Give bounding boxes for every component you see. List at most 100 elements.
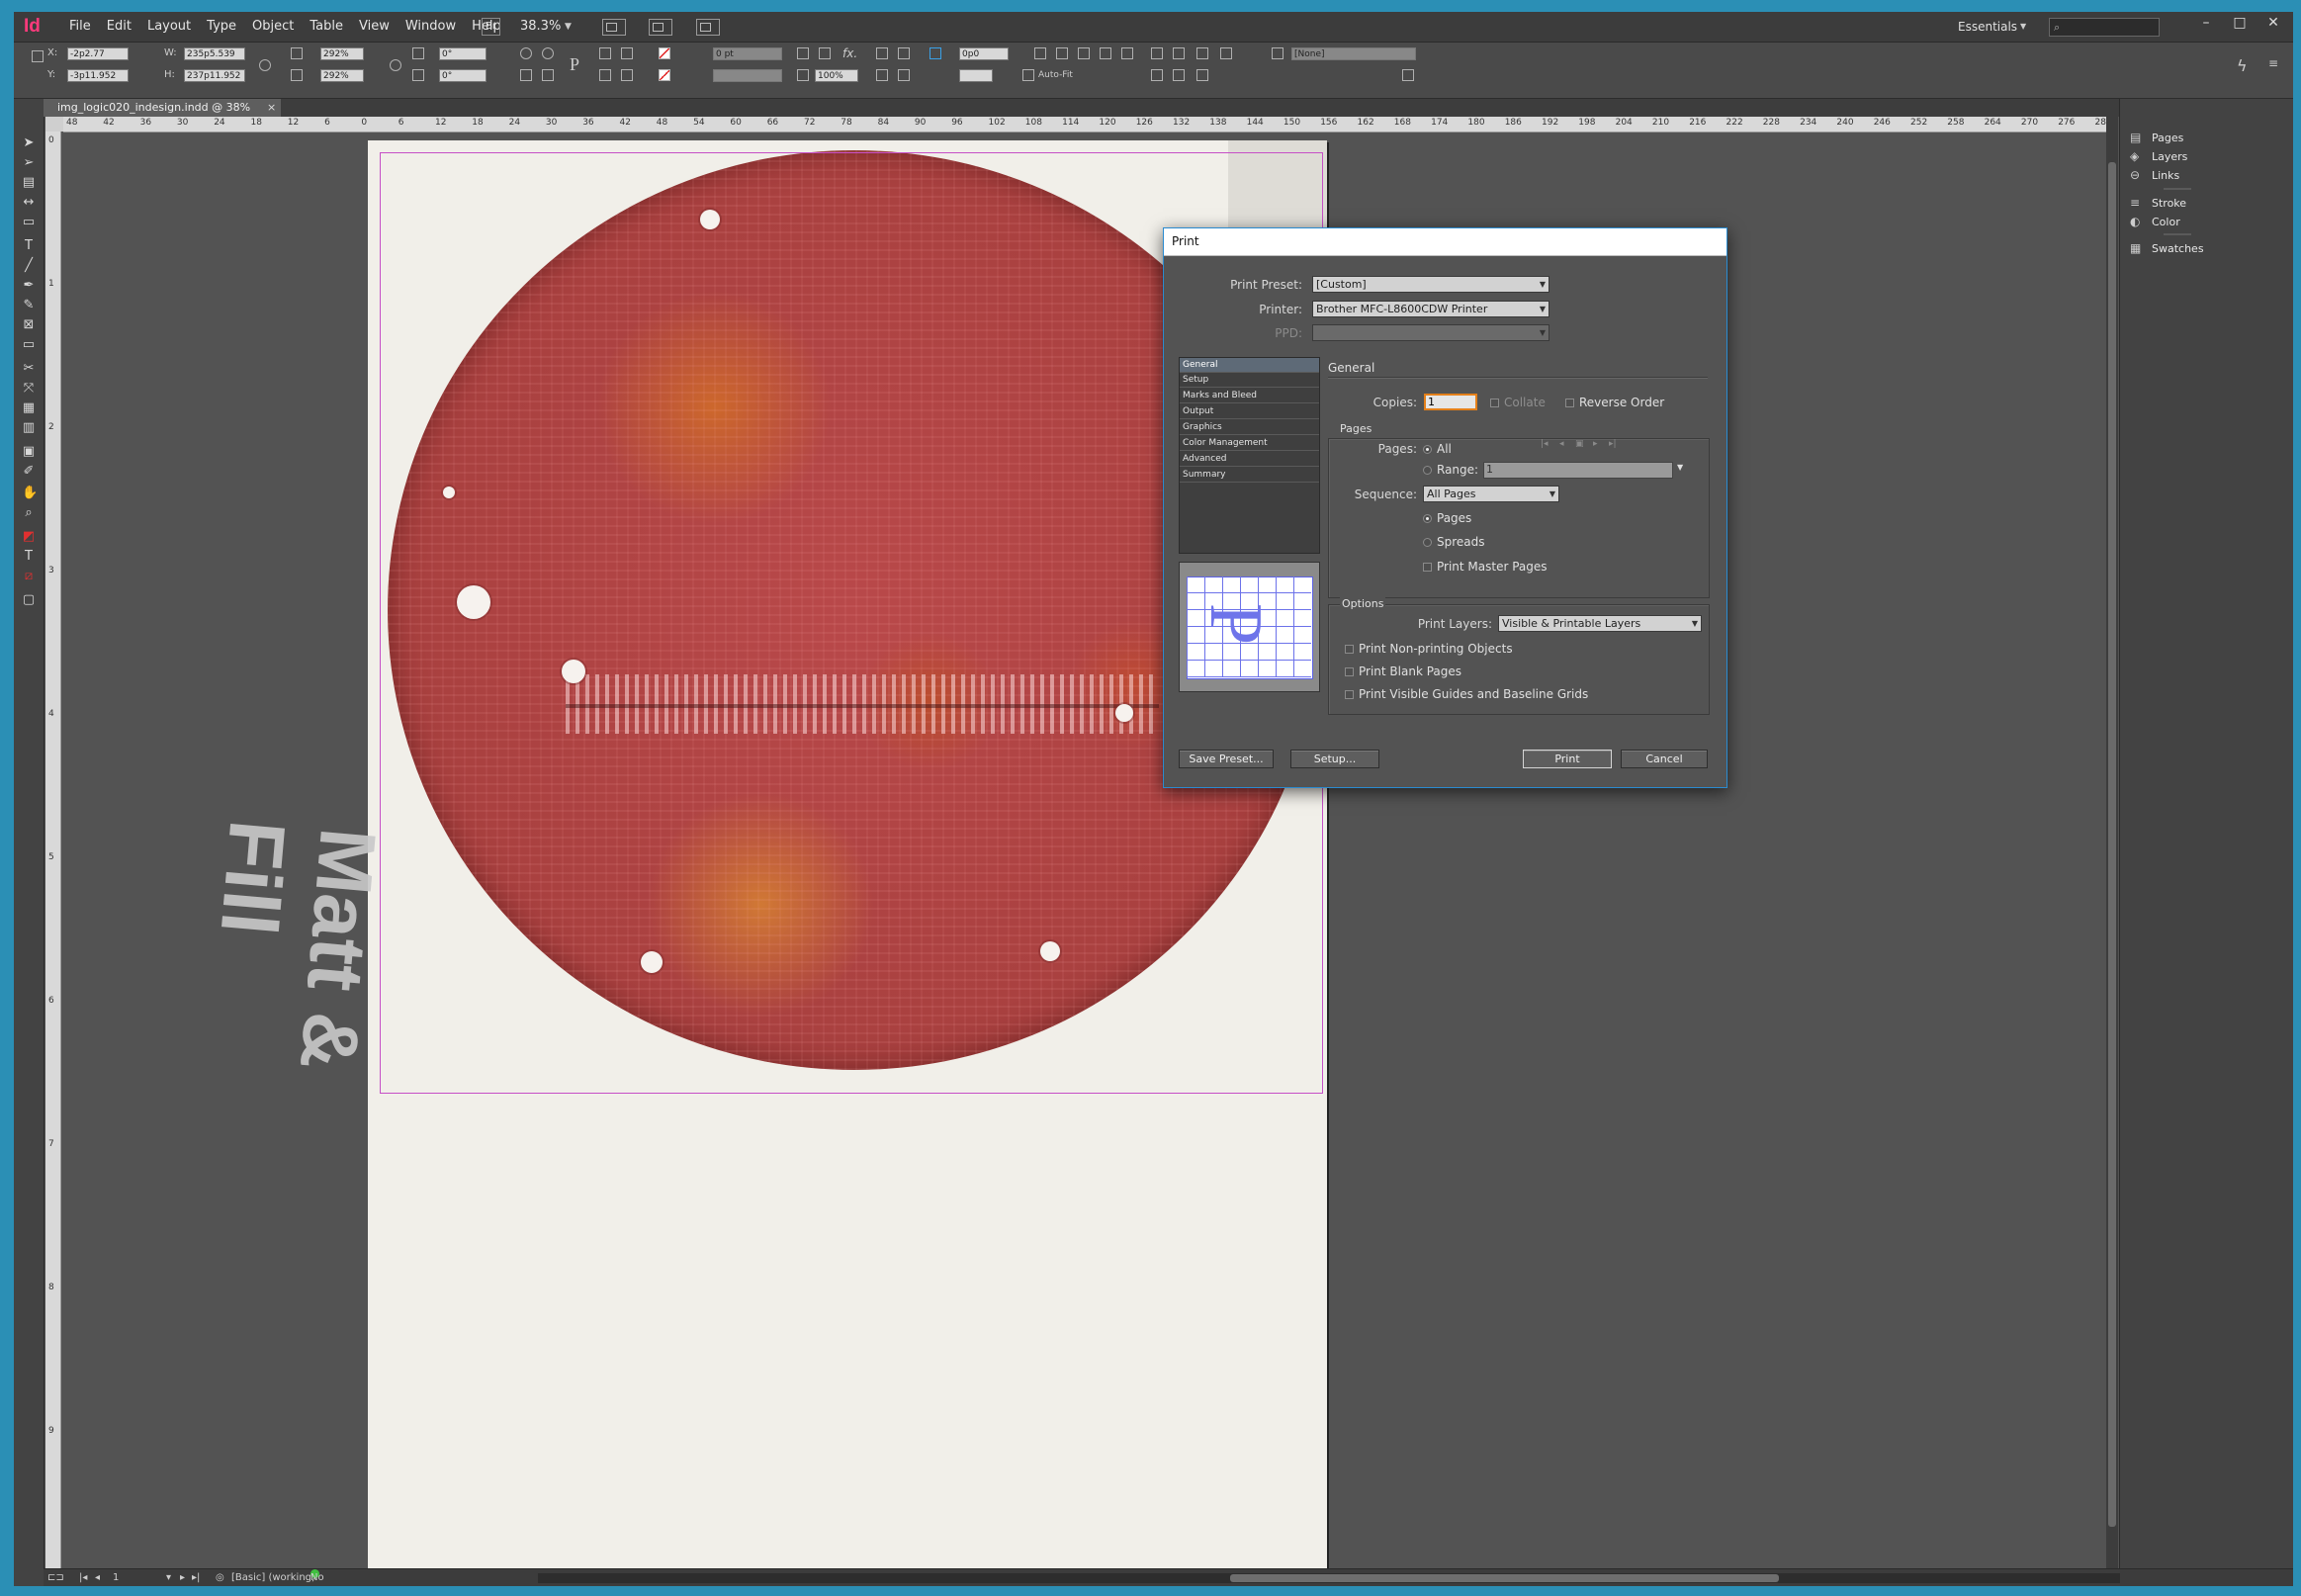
distribute-bottom-icon[interactable] [1196,69,1208,81]
align-middle-icon[interactable] [1121,47,1133,59]
select-container-icon[interactable] [599,47,611,59]
all-pages-radio[interactable] [1423,445,1432,454]
menu-view[interactable]: View [351,12,398,42]
range-radio[interactable] [1423,466,1432,475]
search-field[interactable]: ⌕ [2049,18,2160,37]
distribute-right-icon[interactable] [1196,47,1208,59]
center-content-icon[interactable] [876,69,888,81]
select-next-icon[interactable] [621,69,633,81]
rotate-cw-icon[interactable] [520,47,532,59]
setup-button[interactable]: Setup... [1290,750,1379,768]
flip-horizontal-icon[interactable] [520,69,532,81]
menu-layout[interactable]: Layout [139,12,199,42]
arrange-documents-icon[interactable] [696,19,720,36]
category-output[interactable]: Output [1180,404,1319,419]
y-field[interactable]: -3p11.952 [67,69,129,82]
gap-tool-icon[interactable]: ↔ [22,196,36,210]
view-options-icon[interactable] [602,19,626,36]
copies-input[interactable]: 1 [1424,394,1477,410]
shear-field[interactable]: 0° [439,69,487,82]
panel-color[interactable]: ◐ Color [2130,213,2180,230]
document-tab[interactable]: img_logic020_indesign.indd @ 38% × [44,99,282,117]
vertical-scrollbar[interactable] [2106,117,2118,1568]
category-advanced[interactable]: Advanced [1180,452,1319,467]
gradient-swatch-tool-icon[interactable]: ▦ [22,401,36,415]
print-layers-select[interactable]: Visible & Printable Layers ▼ [1498,615,1702,632]
pen-tool-icon[interactable]: ✒ [22,279,36,293]
align-center-icon[interactable] [1056,47,1068,59]
category-summary[interactable]: Summary [1180,468,1319,483]
width-field[interactable]: 235p5.539 [184,47,245,60]
cancel-button[interactable]: Cancel [1621,750,1708,768]
height-field[interactable]: 237p11.952 [184,69,245,82]
workspace-switcher[interactable]: Essentials [1958,12,2017,42]
select-previous-icon[interactable] [599,69,611,81]
fill-stroke-icon[interactable]: ◩ [22,530,36,544]
link-scale-icon[interactable] [390,59,401,71]
screen-mode-icon[interactable] [649,19,672,36]
panel-links[interactable]: ⊖ Links [2130,166,2179,184]
pencil-tool-icon[interactable]: ✎ [22,299,36,312]
corner-options-icon[interactable] [819,47,831,59]
stroke-swatch-icon[interactable] [659,69,670,81]
print-button[interactable]: Print [1523,750,1612,768]
hand-tool-icon[interactable]: ✋ [22,487,38,500]
category-marks-and-bleed[interactable]: Marks and Bleed [1180,389,1319,403]
scissors-tool-icon[interactable]: ✂ [22,362,36,376]
distribute-top-icon[interactable] [1151,69,1163,81]
type-tool-icon[interactable]: T [22,239,36,253]
document-tab-close-icon[interactable]: × [267,99,276,117]
align-top-icon[interactable] [1100,47,1111,59]
rotate-field[interactable]: 0° [439,47,487,60]
gradient-feather-tool-icon[interactable]: ▥ [22,421,36,435]
page-dropdown-icon[interactable]: ▾ [166,1569,171,1586]
vertical-ruler[interactable]: 0 1 2 3 4 5 6 7 8 9 [45,132,61,1568]
stroke-weight-field[interactable]: 0 pt [713,47,782,60]
panel-layers[interactable]: ◈ Layers [2130,147,2187,165]
offset-field[interactable]: 0p0 [959,47,1009,60]
constrain-proportions-icon[interactable] [259,59,271,71]
effects-icon[interactable]: fx. [842,46,857,60]
control-panel-menu-icon[interactable]: ≡ [2268,56,2278,70]
category-graphics[interactable]: Graphics [1180,420,1319,435]
print-master-pages-checkbox[interactable] [1423,563,1432,572]
quick-apply-icon[interactable]: ϟ [2237,56,2248,75]
ruler-origin[interactable] [45,117,63,132]
sequence-select[interactable]: All Pages ▼ [1423,486,1559,502]
zoom-dropdown-icon[interactable]: ▼ [565,12,572,42]
distribute-middle-icon[interactable] [1173,69,1185,81]
page-number[interactable]: 1 [113,1569,119,1586]
range-input[interactable]: 1 [1483,462,1673,479]
horizontal-scrollbar[interactable] [538,1573,2120,1583]
save-preset-button[interactable]: Save Preset... [1179,750,1274,768]
stroke-style-field[interactable] [959,69,993,82]
content-collector-icon[interactable]: ▭ [22,216,36,229]
distribute-icon[interactable] [1151,47,1163,59]
text-wrap-icon[interactable] [797,47,809,59]
menu-edit[interactable]: Edit [99,12,139,42]
menu-table[interactable]: Table [302,12,351,42]
flip-vertical-icon[interactable] [542,69,554,81]
menu-file[interactable]: File [61,12,99,42]
select-content-icon[interactable] [621,47,633,59]
panel-swatches[interactable]: ▦ Swatches [2130,239,2204,257]
pages-radio[interactable] [1423,514,1432,523]
screen-mode-tool-icon[interactable]: ▢ [22,593,36,607]
reverse-order-checkbox[interactable] [1565,399,1574,407]
align-left-icon[interactable] [1034,47,1046,59]
category-general[interactable]: General [1180,358,1319,373]
apply-none-icon[interactable]: ⧄ [22,570,36,583]
stroke-type-field[interactable] [713,69,782,82]
printer-select[interactable]: Brother MFC-L8600CDW Printer ▼ [1312,301,1549,317]
menu-window[interactable]: Window [398,12,464,42]
print-dialog-titlebar[interactable]: Print [1164,228,1726,256]
close-button[interactable]: ✕ [2258,12,2288,34]
page-tool-icon[interactable]: ▤ [22,176,36,190]
prev-page-icon[interactable]: ◂ [95,1569,100,1586]
workspace-dropdown-icon[interactable]: ▼ [2020,12,2026,42]
distribute-center-icon[interactable] [1173,47,1185,59]
scale-y-field[interactable]: 292% [320,69,364,82]
fit-content-icon[interactable] [898,47,910,59]
last-page-icon[interactable]: ▸| [192,1569,200,1586]
rotate-ccw-icon[interactable] [542,47,554,59]
